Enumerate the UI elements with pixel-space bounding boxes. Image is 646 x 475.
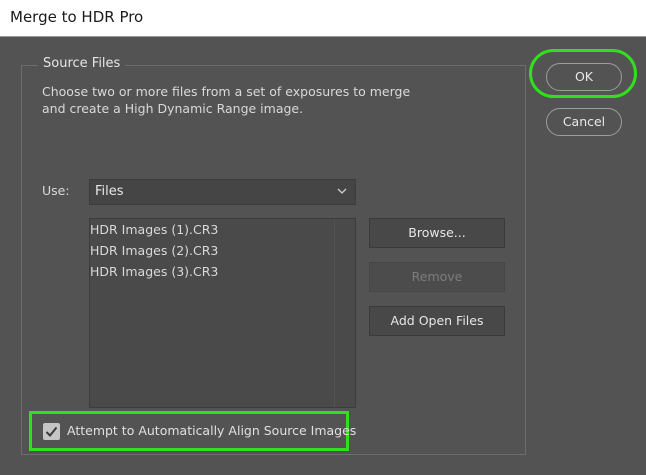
browse-button[interactable]: Browse... xyxy=(369,218,505,248)
file-list-scrollbar[interactable] xyxy=(334,219,335,407)
cancel-button[interactable]: Cancel xyxy=(546,108,622,136)
use-select-value: Files xyxy=(95,184,124,199)
file-list[interactable]: HDR Images (1).CR3 HDR Images (2).CR3 HD… xyxy=(89,218,356,408)
title-bar: Merge to HDR Pro xyxy=(0,0,646,37)
list-item[interactable]: HDR Images (1).CR3 xyxy=(90,222,218,237)
checkmark-icon xyxy=(45,426,58,437)
align-checkbox[interactable] xyxy=(43,423,60,440)
source-files-description: Choose two or more files from a set of e… xyxy=(42,84,411,116)
use-select[interactable]: Files xyxy=(89,179,356,205)
source-files-title: Source Files xyxy=(38,56,126,71)
align-checkbox-label[interactable]: Attempt to Automatically Align Source Im… xyxy=(67,423,356,438)
list-item[interactable]: HDR Images (2).CR3 xyxy=(90,243,218,258)
window-title: Merge to HDR Pro xyxy=(10,8,144,26)
use-label: Use: xyxy=(42,183,70,198)
dialog-body: Source Files Choose two or more files fr… xyxy=(0,37,646,475)
add-open-files-button[interactable]: Add Open Files xyxy=(369,306,505,336)
chevron-down-icon xyxy=(337,188,347,194)
remove-button[interactable]: Remove xyxy=(369,262,505,292)
ok-button[interactable]: OK xyxy=(546,63,622,91)
list-item[interactable]: HDR Images (3).CR3 xyxy=(90,264,218,279)
